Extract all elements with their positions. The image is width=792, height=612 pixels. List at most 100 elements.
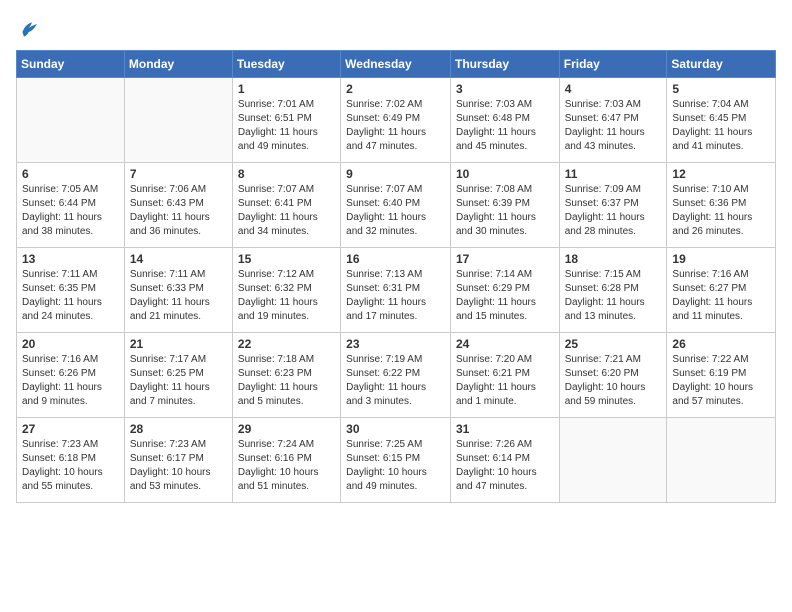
day-number: 15 bbox=[238, 252, 335, 266]
weekday-header-row: SundayMondayTuesdayWednesdayThursdayFrid… bbox=[17, 51, 776, 78]
day-number: 8 bbox=[238, 167, 335, 181]
day-info: Sunrise: 7:03 AMSunset: 6:48 PMDaylight:… bbox=[456, 98, 554, 154]
day-info: Sunrise: 7:05 AMSunset: 6:44 PMDaylight:… bbox=[22, 183, 119, 239]
day-number: 20 bbox=[22, 337, 119, 351]
week-row-3: 13 Sunrise: 7:11 AMSunset: 6:35 PMDayligh… bbox=[17, 248, 776, 333]
calendar-cell: 4Sunrise: 7:03 AMSunset: 6:47 PMDaylight… bbox=[559, 78, 667, 163]
day-info: Sunrise: 7:16 AMSunset: 6:26 PMDaylight:… bbox=[22, 353, 119, 409]
calendar-cell: 17 Sunrise: 7:14 AMSunset: 6:29 PMDayligh… bbox=[450, 248, 559, 333]
calendar-cell: 18 Sunrise: 7:15 AMSunset: 6:28 PMDayligh… bbox=[559, 248, 667, 333]
weekday-header-tuesday: Tuesday bbox=[232, 51, 340, 78]
day-number: 11 bbox=[565, 167, 662, 181]
calendar-cell: 1 Sunrise: 7:01 AMSunset: 6:51 PMDaylight… bbox=[232, 78, 340, 163]
calendar-cell: 28 Sunrise: 7:23 AMSunset: 6:17 PMDayligh… bbox=[124, 418, 232, 503]
day-info: Sunrise: 7:11 AMSunset: 6:35 PMDaylight:… bbox=[22, 268, 119, 324]
weekday-header-thursday: Thursday bbox=[450, 51, 559, 78]
day-info: Sunrise: 7:25 AMSunset: 6:15 PMDaylight:… bbox=[346, 438, 445, 494]
weekday-header-saturday: Saturday bbox=[667, 51, 776, 78]
day-info: Sunrise: 7:09 AMSunset: 6:37 PMDaylight:… bbox=[565, 183, 662, 239]
day-info: Sunrise: 7:13 AMSunset: 6:31 PMDaylight:… bbox=[346, 268, 445, 324]
day-number: 6 bbox=[22, 167, 119, 181]
logo-bird-icon bbox=[16, 16, 40, 40]
day-info: Sunrise: 7:14 AMSunset: 6:29 PMDaylight:… bbox=[456, 268, 554, 324]
calendar-table: SundayMondayTuesdayWednesdayThursdayFrid… bbox=[16, 50, 776, 503]
day-info: Sunrise: 7:07 AMSunset: 6:41 PMDaylight:… bbox=[238, 183, 335, 239]
day-number: 7 bbox=[130, 167, 227, 181]
day-number: 28 bbox=[130, 422, 227, 436]
logo bbox=[16, 16, 44, 40]
day-info: Sunrise: 7:12 AMSunset: 6:32 PMDaylight:… bbox=[238, 268, 335, 324]
day-number: 30 bbox=[346, 422, 445, 436]
day-info: Sunrise: 7:20 AMSunset: 6:21 PMDaylight:… bbox=[456, 353, 554, 409]
calendar-cell bbox=[559, 418, 667, 503]
calendar-cell: 20 Sunrise: 7:16 AMSunset: 6:26 PMDayligh… bbox=[17, 333, 125, 418]
day-number: 25 bbox=[565, 337, 662, 351]
calendar-cell: 12 Sunrise: 7:10 AMSunset: 6:36 PMDayligh… bbox=[667, 163, 776, 248]
calendar-cell: 26Sunrise: 7:22 AMSunset: 6:19 PMDayligh… bbox=[667, 333, 776, 418]
day-info: Sunrise: 7:15 AMSunset: 6:28 PMDaylight:… bbox=[565, 268, 662, 324]
day-number: 21 bbox=[130, 337, 227, 351]
day-number: 13 bbox=[22, 252, 119, 266]
day-number: 24 bbox=[456, 337, 554, 351]
calendar-cell: 3 Sunrise: 7:03 AMSunset: 6:48 PMDaylight… bbox=[450, 78, 559, 163]
day-info: Sunrise: 7:16 AMSunset: 6:27 PMDaylight:… bbox=[672, 268, 770, 324]
day-number: 29 bbox=[238, 422, 335, 436]
calendar-cell: 21 Sunrise: 7:17 AMSunset: 6:25 PMDayligh… bbox=[124, 333, 232, 418]
day-info: Sunrise: 7:22 AMSunset: 6:19 PMDaylight:… bbox=[672, 353, 770, 409]
day-info: Sunrise: 7:18 AMSunset: 6:23 PMDaylight:… bbox=[238, 353, 335, 409]
day-number: 22 bbox=[238, 337, 335, 351]
day-info: Sunrise: 7:06 AMSunset: 6:43 PMDaylight:… bbox=[130, 183, 227, 239]
calendar-cell: 5Sunrise: 7:04 AMSunset: 6:45 PMDaylight… bbox=[667, 78, 776, 163]
calendar-cell: 23 Sunrise: 7:19 AMSunset: 6:22 PMDayligh… bbox=[341, 333, 451, 418]
calendar-cell bbox=[667, 418, 776, 503]
week-row-2: 6 Sunrise: 7:05 AMSunset: 6:44 PMDaylight… bbox=[17, 163, 776, 248]
day-info: Sunrise: 7:24 AMSunset: 6:16 PMDaylight:… bbox=[238, 438, 335, 494]
calendar-cell: 14Sunrise: 7:11 AMSunset: 6:33 PMDayligh… bbox=[124, 248, 232, 333]
day-info: Sunrise: 7:19 AMSunset: 6:22 PMDaylight:… bbox=[346, 353, 445, 409]
calendar-cell: 13 Sunrise: 7:11 AMSunset: 6:35 PMDayligh… bbox=[17, 248, 125, 333]
week-row-1: 1 Sunrise: 7:01 AMSunset: 6:51 PMDaylight… bbox=[17, 78, 776, 163]
day-number: 23 bbox=[346, 337, 445, 351]
day-info: Sunrise: 7:01 AMSunset: 6:51 PMDaylight:… bbox=[238, 98, 335, 154]
day-number: 18 bbox=[565, 252, 662, 266]
day-number: 9 bbox=[346, 167, 445, 181]
calendar-cell: 10 Sunrise: 7:08 AMSunset: 6:39 PMDayligh… bbox=[450, 163, 559, 248]
calendar-cell: 24 Sunrise: 7:20 AMSunset: 6:21 PMDayligh… bbox=[450, 333, 559, 418]
weekday-header-sunday: Sunday bbox=[17, 51, 125, 78]
day-number: 31 bbox=[456, 422, 554, 436]
calendar-cell: 16Sunrise: 7:13 AMSunset: 6:31 PMDayligh… bbox=[341, 248, 451, 333]
calendar-cell bbox=[124, 78, 232, 163]
day-info: Sunrise: 7:21 AMSunset: 6:20 PMDaylight:… bbox=[565, 353, 662, 409]
calendar-cell: 27Sunrise: 7:23 AMSunset: 6:18 PMDayligh… bbox=[17, 418, 125, 503]
day-info: Sunrise: 7:08 AMSunset: 6:39 PMDaylight:… bbox=[456, 183, 554, 239]
day-number: 12 bbox=[672, 167, 770, 181]
day-number: 19 bbox=[672, 252, 770, 266]
calendar-cell: 31 Sunrise: 7:26 AMSunset: 6:14 PMDayligh… bbox=[450, 418, 559, 503]
day-number: 3 bbox=[456, 82, 554, 96]
calendar-cell: 7 Sunrise: 7:06 AMSunset: 6:43 PMDaylight… bbox=[124, 163, 232, 248]
day-number: 17 bbox=[456, 252, 554, 266]
weekday-header-friday: Friday bbox=[559, 51, 667, 78]
calendar-cell bbox=[17, 78, 125, 163]
calendar-cell: 30 Sunrise: 7:25 AMSunset: 6:15 PMDayligh… bbox=[341, 418, 451, 503]
calendar-cell: 6 Sunrise: 7:05 AMSunset: 6:44 PMDaylight… bbox=[17, 163, 125, 248]
day-info: Sunrise: 7:11 AMSunset: 6:33 PMDaylight:… bbox=[130, 268, 227, 324]
calendar-cell: 8 Sunrise: 7:07 AMSunset: 6:41 PMDaylight… bbox=[232, 163, 340, 248]
page-header bbox=[16, 16, 776, 40]
day-number: 4 bbox=[565, 82, 662, 96]
day-info: Sunrise: 7:10 AMSunset: 6:36 PMDaylight:… bbox=[672, 183, 770, 239]
calendar-cell: 15 Sunrise: 7:12 AMSunset: 6:32 PMDayligh… bbox=[232, 248, 340, 333]
day-info: Sunrise: 7:04 AMSunset: 6:45 PMDaylight:… bbox=[672, 98, 770, 154]
calendar-cell: 29 Sunrise: 7:24 AMSunset: 6:16 PMDayligh… bbox=[232, 418, 340, 503]
day-number: 10 bbox=[456, 167, 554, 181]
day-info: Sunrise: 7:17 AMSunset: 6:25 PMDaylight:… bbox=[130, 353, 227, 409]
day-number: 27 bbox=[22, 422, 119, 436]
calendar-cell: 22 Sunrise: 7:18 AMSunset: 6:23 PMDayligh… bbox=[232, 333, 340, 418]
day-info: Sunrise: 7:23 AMSunset: 6:17 PMDaylight:… bbox=[130, 438, 227, 494]
calendar-cell: 9 Sunrise: 7:07 AMSunset: 6:40 PMDaylight… bbox=[341, 163, 451, 248]
day-info: Sunrise: 7:07 AMSunset: 6:40 PMDaylight:… bbox=[346, 183, 445, 239]
day-info: Sunrise: 7:02 AMSunset: 6:49 PMDaylight:… bbox=[346, 98, 445, 154]
day-number: 1 bbox=[238, 82, 335, 96]
calendar-cell: 11 Sunrise: 7:09 AMSunset: 6:37 PMDayligh… bbox=[559, 163, 667, 248]
day-info: Sunrise: 7:26 AMSunset: 6:14 PMDaylight:… bbox=[456, 438, 554, 494]
